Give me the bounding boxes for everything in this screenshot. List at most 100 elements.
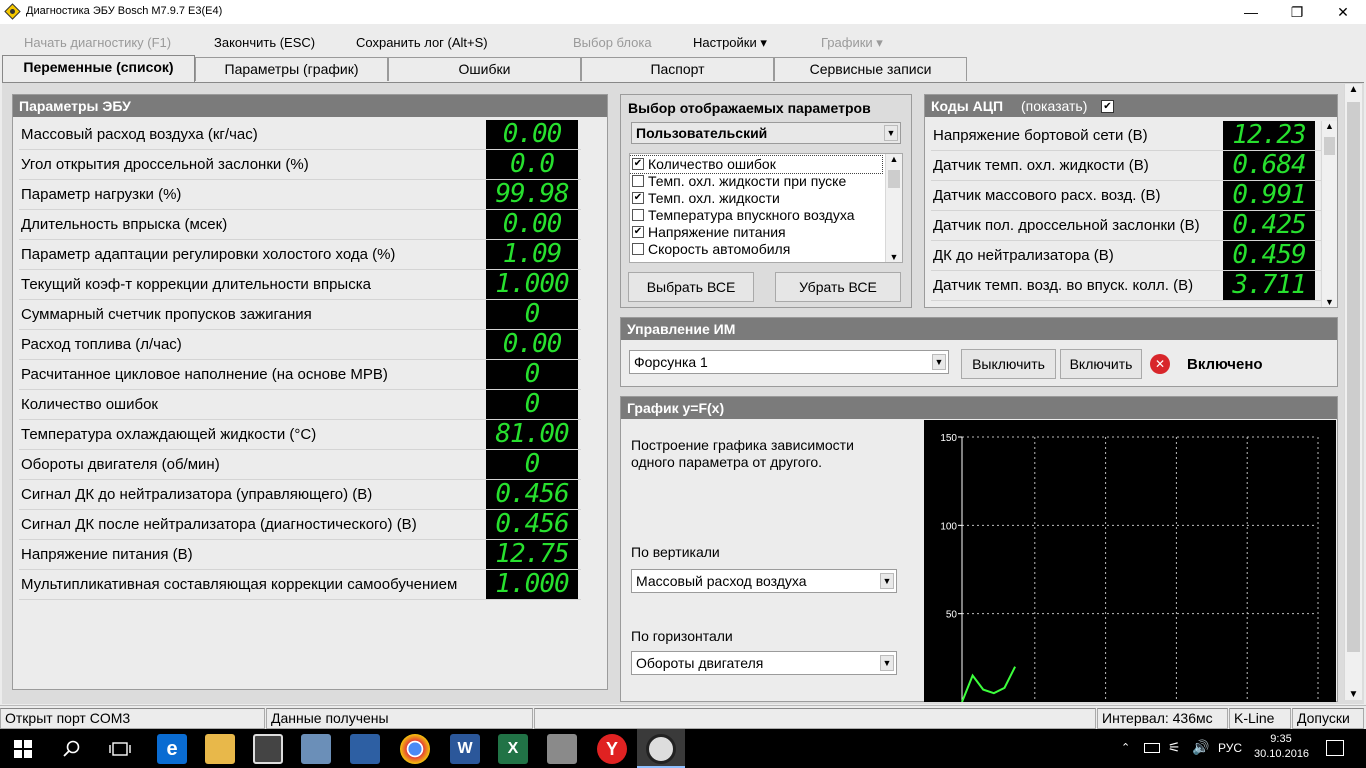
task-view-icon[interactable] <box>109 740 131 758</box>
checklist-item[interactable]: ✔ Количество ошибок <box>630 155 883 174</box>
edge-browser-icon[interactable]: e <box>157 734 187 764</box>
battery-icon[interactable] <box>1144 743 1160 753</box>
main-scrollbar[interactable]: ▲ ▼ <box>1344 84 1362 700</box>
close-button[interactable]: ✕ <box>1320 0 1366 24</box>
excel-icon[interactable]: X <box>498 734 528 764</box>
turn-on-button[interactable]: Включить <box>1060 349 1142 379</box>
tab-service-records[interactable]: Сервисные записи <box>774 57 967 81</box>
checklist-scrollbar[interactable]: ▲ ▼ <box>885 154 902 262</box>
checklist-item-label: Напряжение питания <box>648 224 786 240</box>
checklist-item[interactable]: ✔ Напряжение питания <box>630 224 882 241</box>
app-logo-icon <box>4 3 21 20</box>
chevron-down-icon[interactable]: ▼ <box>880 655 894 671</box>
menu-start-diagnostics[interactable]: Начать диагностику (F1) <box>24 35 171 50</box>
control-panel-icon[interactable] <box>301 734 331 764</box>
ecu-parameters-panel: Параметры ЭБУ Массовый расход воздуха (к… <box>12 94 608 690</box>
yandex-browser-icon[interactable]: Y <box>597 734 627 764</box>
adc-row-label: Датчик темп. охл. жидкости (В) <box>933 157 1149 174</box>
status-bar: Открыт порт COM3 Данные получены Интерва… <box>0 705 1366 729</box>
actuator-state: Включено <box>1187 356 1263 373</box>
checklist-item-label: Темп. охл. жидкости при пуске <box>648 173 847 189</box>
xy-chart: 150 100 50 <box>924 420 1336 703</box>
clock-time: 9:35 <box>1270 733 1292 745</box>
stop-icon[interactable]: ✕ <box>1150 354 1170 374</box>
select-all-button[interactable]: Выбрать ВСЕ <box>628 272 754 302</box>
ecu-row: Сигнал ДК после нейтрализатора (диагност… <box>19 510 581 540</box>
ecu-row: Угол открытия дроссельной заслонки (%) 0.… <box>19 150 581 180</box>
adc-row: Датчик пол. дроссельной заслонки (В) 0.42… <box>931 211 1323 241</box>
ecu-row-label: Угол открытия дроссельной заслонки (%) <box>21 156 309 173</box>
menu-finish[interactable]: Закончить (ESC) <box>214 35 315 50</box>
ecu-row-label: Параметр нагрузки (%) <box>21 186 182 203</box>
ecu-row-value: 0 <box>486 360 578 389</box>
checklist-item[interactable]: ✔ Темп. охл. жидкости <box>630 190 882 207</box>
paint-icon[interactable] <box>547 734 577 764</box>
file-explorer-icon[interactable] <box>205 734 235 764</box>
checkbox[interactable] <box>632 209 644 221</box>
ecu-row-label: Обороты двигателя (об/мин) <box>21 456 220 473</box>
status-interval: Интервал: 436мс <box>1097 708 1228 729</box>
actuator-dropdown[interactable]: Форсунка 1 ▼ <box>629 350 949 374</box>
menu-select-block[interactable]: Выбор блока <box>573 35 652 50</box>
tab-errors[interactable]: Ошибки <box>388 57 581 81</box>
word-icon[interactable]: W <box>450 734 480 764</box>
checkbox[interactable] <box>632 175 644 187</box>
parameter-checklist: ✔ Количество ошибок Темп. охл. жидкости п… <box>629 153 903 263</box>
menu-graphs[interactable]: Графики ▾ <box>821 35 883 51</box>
chrome-icon[interactable] <box>400 734 430 764</box>
chevron-down-icon[interactable]: ▼ <box>884 125 898 141</box>
network-app-icon[interactable] <box>350 734 380 764</box>
status-protocol: K-Line <box>1229 708 1291 729</box>
ecu-row: Мультипликативная составляющая коррекции… <box>19 570 581 600</box>
status-tolerance[interactable]: Допуски <box>1292 708 1364 729</box>
ecu-panel-title: Параметры ЭБУ <box>13 95 607 117</box>
checkbox[interactable]: ✔ <box>632 158 644 170</box>
horizontal-param-dropdown[interactable]: Обороты двигателя ▼ <box>631 651 897 675</box>
search-icon[interactable] <box>63 740 81 758</box>
checklist-item[interactable]: Скорость автомобиля <box>630 241 882 258</box>
clock[interactable]: 9:35 30.10.2016 <box>1254 732 1309 762</box>
turn-off-button[interactable]: Выключить <box>961 349 1056 379</box>
store-icon[interactable] <box>253 734 283 764</box>
language-indicator[interactable]: РУС <box>1218 741 1242 755</box>
chevron-up-icon[interactable]: ⌃ <box>1121 741 1130 754</box>
graph-description: Построение графика зависимости одного па… <box>631 437 854 470</box>
tab-passport[interactable]: Паспорт <box>581 57 774 81</box>
ecu-app-taskbar-button[interactable] <box>637 729 685 768</box>
preset-dropdown[interactable]: Пользовательский ▼ <box>631 122 901 144</box>
checkbox[interactable]: ✔ <box>632 226 644 238</box>
steering-wheel-icon <box>646 734 676 764</box>
tab-variables-list[interactable]: Переменные (список) <box>2 55 195 82</box>
chevron-down-icon[interactable]: ▼ <box>880 573 894 589</box>
wifi-icon[interactable]: ⚟ <box>1168 739 1181 756</box>
adc-row-value: 0.459 <box>1223 241 1315 270</box>
clear-all-button[interactable]: Убрать ВСЕ <box>775 272 901 302</box>
adc-panel-title: Коды АЦП <box>931 98 1004 114</box>
windows-start-icon[interactable] <box>14 740 32 758</box>
menu-settings[interactable]: Настройки ▾ <box>693 35 767 51</box>
checkbox[interactable]: ✔ <box>632 192 644 204</box>
ecu-row-value: 99.98 <box>486 180 578 209</box>
checklist-item[interactable]: Температура впускного воздуха <box>630 207 882 224</box>
ecu-row-label: Напряжение питания (В) <box>21 546 193 563</box>
menu-bar: Начать диагностику (F1) Закончить (ESC) … <box>0 24 1366 58</box>
volume-icon[interactable]: 🔊 <box>1192 739 1209 756</box>
checklist-item[interactable]: Темп. охл. жидкости при пуске <box>630 173 882 190</box>
adc-scrollbar[interactable]: ▲ ▼ <box>1321 121 1337 307</box>
restore-button[interactable]: ❐ <box>1274 0 1320 24</box>
adc-show-checkbox[interactable]: ✔ <box>1101 100 1114 113</box>
adc-row-value: 0.991 <box>1223 181 1315 210</box>
notifications-icon[interactable] <box>1326 740 1344 756</box>
minimize-button[interactable]: — <box>1228 0 1274 24</box>
menu-save-log[interactable]: Сохранить лог (Alt+S) <box>356 35 488 50</box>
tab-parameters-graph[interactable]: Параметры (график) <box>195 57 388 81</box>
chevron-down-icon[interactable]: ▼ <box>932 354 946 370</box>
adc-row: ДК до нейтрализатора (В) 0.459 <box>931 241 1323 271</box>
ecu-row: Количество ошибок 0 <box>19 390 581 420</box>
ecu-row-label: Сигнал ДК до нейтрализатора (управляющег… <box>21 486 373 503</box>
checklist-item-label: Темп. охл. жидкости <box>648 190 780 206</box>
chart-series-line <box>961 666 1016 703</box>
vertical-param-dropdown[interactable]: Массовый расход воздуха ▼ <box>631 569 897 593</box>
checkbox[interactable] <box>632 243 644 255</box>
horizontal-param-value: Обороты двигателя <box>636 655 764 671</box>
